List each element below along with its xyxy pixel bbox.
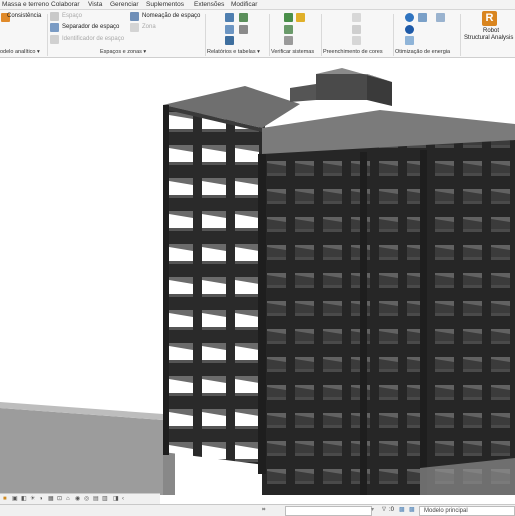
menu-colaborar[interactable]: Colaborar <box>51 0 80 9</box>
space-tag-button[interactable]: Identificador de espaço <box>62 35 124 43</box>
menu-massa-terreno[interactable]: Massa e terreno <box>2 0 49 9</box>
show-disconnects-icon[interactable] <box>284 36 293 45</box>
energy-settings-icon[interactable] <box>405 13 414 22</box>
group-label-energy[interactable]: Otimização de energia <box>395 48 450 56</box>
color-scheme-icon[interactable] <box>352 13 361 22</box>
pipe-legend-icon[interactable] <box>352 36 361 45</box>
detail-level-icon[interactable]: ▣ <box>12 496 18 502</box>
separator <box>205 14 206 56</box>
crop-view-icon[interactable]: ⊡ <box>57 496 63 502</box>
separator <box>460 14 461 56</box>
building-model <box>0 68 515 495</box>
space-naming-button[interactable]: Nomeação de espaço <box>142 12 200 20</box>
filter-icon[interactable]: ∇ <box>382 507 388 513</box>
dropdown-arrow-icon[interactable]: ▾ <box>371 507 377 513</box>
3d-viewport[interactable] <box>0 58 515 495</box>
check-circuit-icon[interactable] <box>284 25 293 34</box>
design-options-icon[interactable]: ▩ <box>409 507 415 513</box>
group-label-analytical[interactable]: odelo analítico ▾ <box>0 48 40 56</box>
ribbon: Consistência odelo analítico ▾ Espaço Se… <box>0 10 515 58</box>
editable-icon[interactable]: ▩ <box>399 507 405 513</box>
separator <box>321 14 322 56</box>
status-bar: ⌗ ▾ ∇ :0 ▩ ▩ Modelo principal <box>0 504 515 516</box>
worksets-icon[interactable]: ⌗ <box>262 507 268 513</box>
space-separator-button[interactable]: Separador de espaço <box>62 23 119 31</box>
space-icon <box>50 12 59 21</box>
menu-suplementos[interactable]: Suplementos <box>146 0 184 9</box>
active-model-label: Modelo principal <box>424 508 468 514</box>
robot-structural-icon[interactable]: R <box>482 11 497 26</box>
group-label-check-systems[interactable]: Verificar sistemas <box>271 48 314 56</box>
menu-modificar[interactable]: Modificar <box>231 0 257 9</box>
menu-extensoes[interactable]: Extensões <box>194 0 224 9</box>
scale-icon[interactable]: ■ <box>3 496 9 502</box>
separator <box>47 14 48 56</box>
consistency-button[interactable]: Consistência <box>7 12 41 20</box>
sun-path-icon[interactable]: ☀ <box>30 496 36 502</box>
schedule-icon[interactable] <box>225 13 234 22</box>
lock-view-icon[interactable]: ⌂ <box>66 496 72 502</box>
panel-schedule-icon[interactable] <box>225 36 234 45</box>
space-separator-icon <box>50 23 59 32</box>
separator <box>393 14 394 56</box>
energy-model-icon[interactable] <box>418 13 427 22</box>
visual-style-icon[interactable]: ◧ <box>21 496 27 502</box>
legend-icon[interactable] <box>239 25 248 34</box>
menu-bar: Massa e terreno Colaborar Vista Gerencia… <box>0 0 515 10</box>
energy-analysis-icon[interactable] <box>436 13 445 22</box>
temporary-properties-icon[interactable]: ▤ <box>93 496 99 502</box>
menu-vista[interactable]: Vista <box>88 0 102 9</box>
menu-gerenciar[interactable]: Gerenciar <box>110 0 139 9</box>
results-icon[interactable] <box>405 36 414 45</box>
check-duct-icon[interactable] <box>284 13 293 22</box>
generate-icon[interactable] <box>405 25 414 34</box>
hide-isolate-icon[interactable]: ◉ <box>75 496 81 502</box>
robot-label-2[interactable]: Structural Analysis <box>464 34 513 42</box>
selection-count: :0 <box>389 507 395 513</box>
check-pipe-icon[interactable] <box>296 13 305 22</box>
highlight-icon[interactable]: ◨ <box>113 496 119 502</box>
group-label-reports[interactable]: Relatórios e tabelas ▾ <box>207 48 260 56</box>
report-icon[interactable] <box>225 25 234 34</box>
group-label-color-fill[interactable]: Preenchimento de cores <box>323 48 383 56</box>
zone-icon <box>130 23 139 32</box>
analytical-model-icon[interactable]: ▥ <box>102 496 108 502</box>
zone-button[interactable]: Zona <box>142 23 156 31</box>
schedule-quantities-icon[interactable] <box>239 13 248 22</box>
duct-legend-icon[interactable] <box>352 25 361 34</box>
space-naming-icon <box>130 12 139 21</box>
reveal-hidden-icon[interactable]: ◎ <box>84 496 90 502</box>
collapse-icon[interactable]: ‹ <box>122 496 128 502</box>
group-label-spaces[interactable]: Espaços e zonas ▾ <box>100 48 146 56</box>
render-icon[interactable]: ▦ <box>48 496 54 502</box>
space-button[interactable]: Espaço <box>62 12 82 20</box>
space-tag-icon <box>50 35 59 44</box>
shadows-icon[interactable]: ◑ <box>39 496 45 502</box>
separator <box>269 14 270 56</box>
